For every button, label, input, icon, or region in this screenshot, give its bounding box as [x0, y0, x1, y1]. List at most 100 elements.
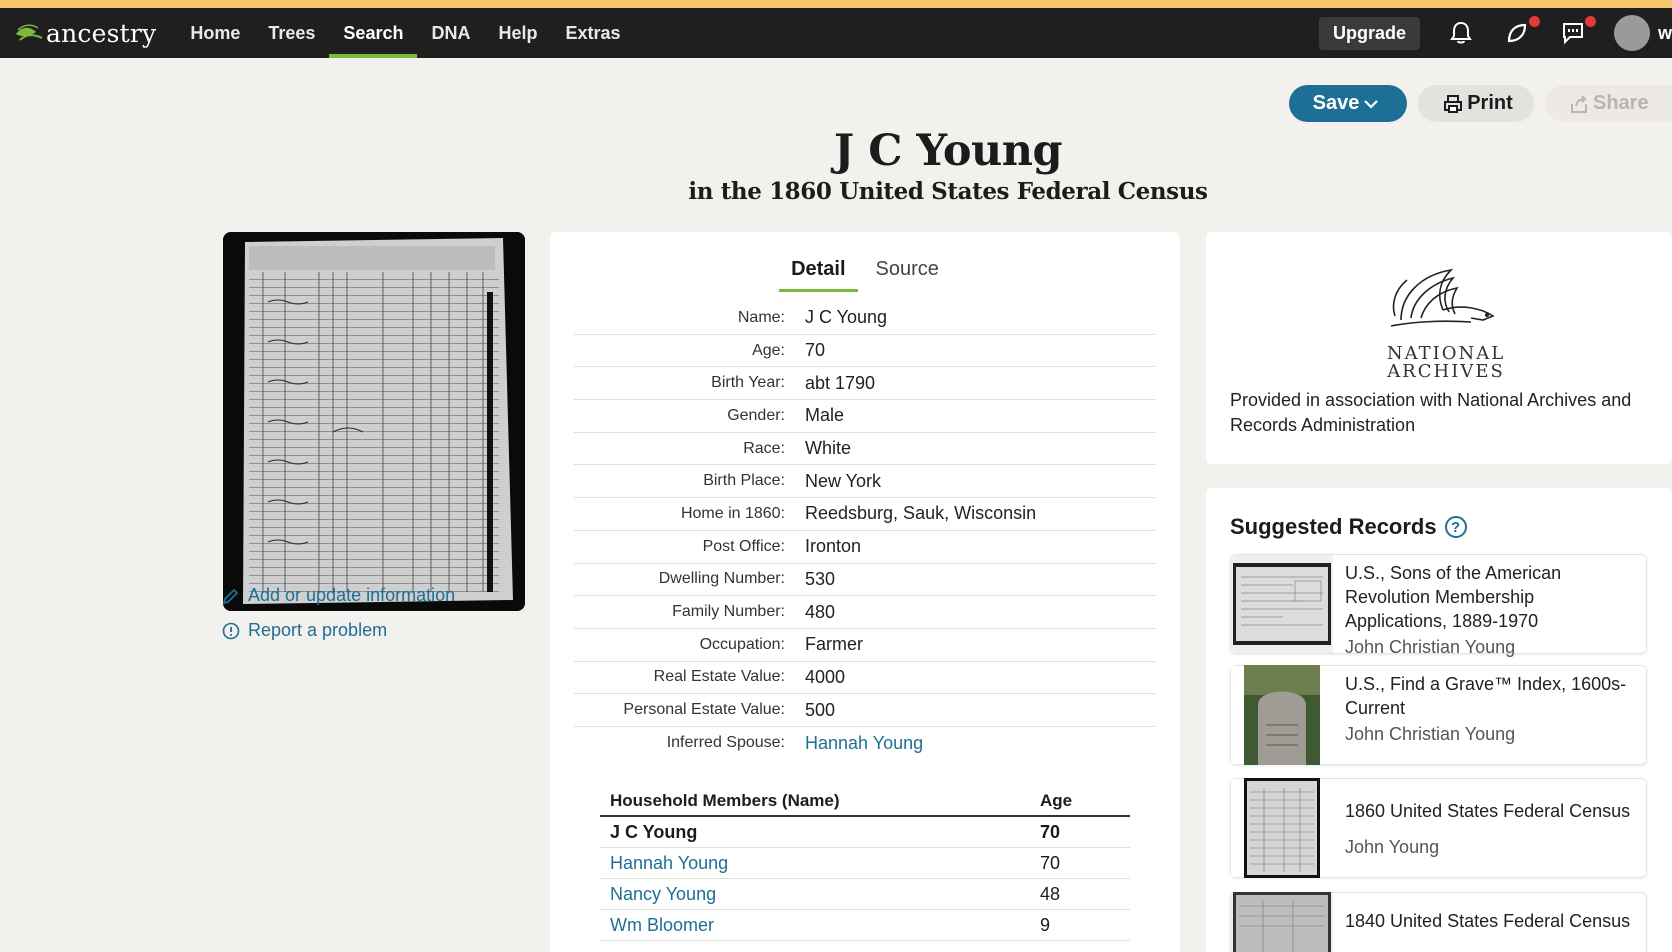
detail-row: Birth Year: abt 1790 — [574, 367, 1156, 401]
suggested-records-heading: Suggested Records ? — [1230, 514, 1467, 540]
member-age: 9 — [1040, 914, 1051, 935]
user-name[interactable]: w — [1658, 23, 1672, 44]
share-icon — [1571, 94, 1587, 113]
household-row: Wm Bloomer 9 — [600, 910, 1130, 941]
nav-search[interactable]: Search — [329, 8, 418, 58]
share-label: Share — [1593, 92, 1649, 114]
nav-extras[interactable]: Extras — [551, 8, 634, 58]
household-table: Household Members (Name) Age J C Young 7… — [600, 787, 1130, 941]
suggested-record-person: John Young — [1345, 837, 1440, 857]
detail-row: Family Number: 480 — [574, 596, 1156, 629]
top-stripe — [0, 0, 1672, 8]
share-button[interactable]: Share — [1545, 85, 1672, 122]
spouse-link[interactable]: Hannah Young — [805, 733, 923, 754]
tab-detail[interactable]: Detail — [779, 258, 858, 292]
tab-source[interactable]: Source — [864, 258, 951, 292]
member-name-link[interactable]: Hannah Young — [600, 853, 1040, 874]
detail-label: Post Office: — [702, 537, 785, 555]
detail-row: Age: 70 — [574, 335, 1156, 368]
suggested-record-item[interactable]: 1860 United States Federal Census John Y… — [1230, 778, 1647, 878]
detail-row: Gender: Male — [574, 400, 1156, 433]
suggested-record-item[interactable]: U.S., Find a Grave™ Index, 1600s-Current… — [1230, 665, 1647, 765]
detail-label: Birth Year: — [711, 374, 785, 392]
detail-value: 4000 — [805, 666, 846, 687]
chevron-down-icon — [1364, 99, 1379, 109]
upgrade-button[interactable]: Upgrade — [1318, 16, 1420, 50]
detail-row: Real Estate Value: 4000 — [574, 662, 1156, 695]
hints-badge — [1529, 16, 1540, 27]
detail-value: abt 1790 — [805, 372, 876, 393]
detail-row: Name: J C Young — [574, 302, 1156, 335]
suggested-records-title: Suggested Records — [1230, 514, 1437, 539]
suggested-record-name: U.S., Find a Grave™ Index, 1600s-Current — [1345, 674, 1627, 718]
household-header: Household Members (Name) Age — [600, 787, 1130, 817]
national-archives-logo: NATIONAL ARCHIVES — [1376, 260, 1516, 381]
logo-text: ancestry — [46, 18, 157, 48]
detail-label: Race: — [743, 439, 785, 457]
detail-row: Personal Estate Value: 500 — [574, 694, 1156, 727]
hints-button[interactable] — [1502, 16, 1540, 48]
detail-value: 70 — [805, 340, 826, 361]
archives-card: NATIONAL ARCHIVES Provided in associatio… — [1206, 232, 1672, 464]
member-name: J C Young — [610, 821, 698, 842]
alert-circle-icon — [222, 622, 240, 639]
detail-list: Name: J C Young Age: 70 Birth Year: abt 179… — [574, 302, 1156, 760]
member-name-link[interactable]: Wm Bloomer — [600, 915, 1040, 936]
save-label: Save — [1312, 92, 1360, 114]
record-thumbnail — [1231, 892, 1333, 952]
household-row: Hannah Young 70 — [600, 848, 1130, 879]
detail-value: New York — [805, 470, 882, 491]
detail-value: 530 — [805, 568, 836, 589]
detail-label: Inferred Spouse: — [666, 734, 785, 752]
detail-value: J C Young — [805, 307, 888, 328]
pencil-icon — [222, 588, 239, 604]
suggested-record-item[interactable]: 1840 United States Federal Census — [1230, 892, 1647, 952]
ancestry-logo[interactable]: ancestry — [14, 19, 156, 48]
census-page-thumbnail — [223, 232, 525, 611]
record-thumbnail — [1231, 555, 1333, 653]
messages-button[interactable] — [1558, 16, 1596, 48]
census-thumbnail-icon — [1244, 778, 1320, 878]
detail-label: Dwelling Number: — [658, 570, 785, 588]
detail-label: Gender: — [727, 406, 785, 424]
detail-value: 480 — [805, 601, 836, 622]
record-subtitle: in the 1860 United States Federal Census — [688, 178, 1208, 205]
suggested-record-name: U.S., Sons of the American Revolution Me… — [1345, 563, 1562, 631]
census-thumbnail-icon — [1233, 892, 1331, 952]
leaf-icon — [16, 24, 43, 41]
eagle-icon — [1390, 268, 1495, 327]
record-thumbnail — [1231, 778, 1333, 878]
nav-trees[interactable]: Trees — [254, 8, 329, 58]
add-update-link[interactable]: Add or update information — [222, 585, 455, 606]
suggested-record-item[interactable]: U.S., Sons of the American Revolution Me… — [1230, 554, 1647, 657]
detail-row: Home in 1860: Reedsburg, Sauk, Wisconsin — [574, 498, 1156, 531]
document-thumbnail-icon — [1233, 563, 1331, 645]
record-detail-card: Detail Source Name: J C Young Age: 70 Birt… — [550, 232, 1180, 952]
nav-home[interactable]: Home — [176, 8, 254, 58]
household-col-name: Household Members (Name) — [610, 791, 840, 810]
user-avatar[interactable] — [1614, 15, 1650, 51]
household-row: J C Young 70 — [600, 817, 1130, 848]
suggested-record-name: 1840 United States Federal Census — [1345, 911, 1631, 931]
nav-dna[interactable]: DNA — [417, 8, 484, 58]
nav-right: Upgrade w — [1318, 8, 1672, 58]
record-actions: Save Print Share — [1289, 85, 1672, 122]
detail-label: Family Number: — [672, 603, 785, 621]
detail-label: Birth Place: — [703, 472, 785, 490]
member-age: 70 — [1040, 821, 1061, 842]
suggested-record-person: John Christian Young — [1345, 637, 1516, 657]
member-age: 70 — [1040, 852, 1061, 873]
printer-icon — [1444, 94, 1463, 113]
member-name-link[interactable]: Nancy Young — [600, 884, 1040, 905]
report-problem-link[interactable]: Report a problem — [222, 620, 387, 641]
help-icon[interactable]: ? — [1444, 516, 1467, 538]
detail-value: Male — [805, 405, 845, 426]
nav-help[interactable]: Help — [484, 8, 551, 58]
census-record-image[interactable] — [223, 232, 525, 611]
notifications-button[interactable] — [1446, 18, 1476, 48]
print-label: Print — [1467, 92, 1513, 114]
record-thumbnail — [1231, 665, 1333, 765]
print-button[interactable]: Print — [1418, 85, 1534, 122]
gravestone-photo-icon — [1244, 665, 1320, 765]
save-button[interactable]: Save — [1289, 85, 1407, 122]
